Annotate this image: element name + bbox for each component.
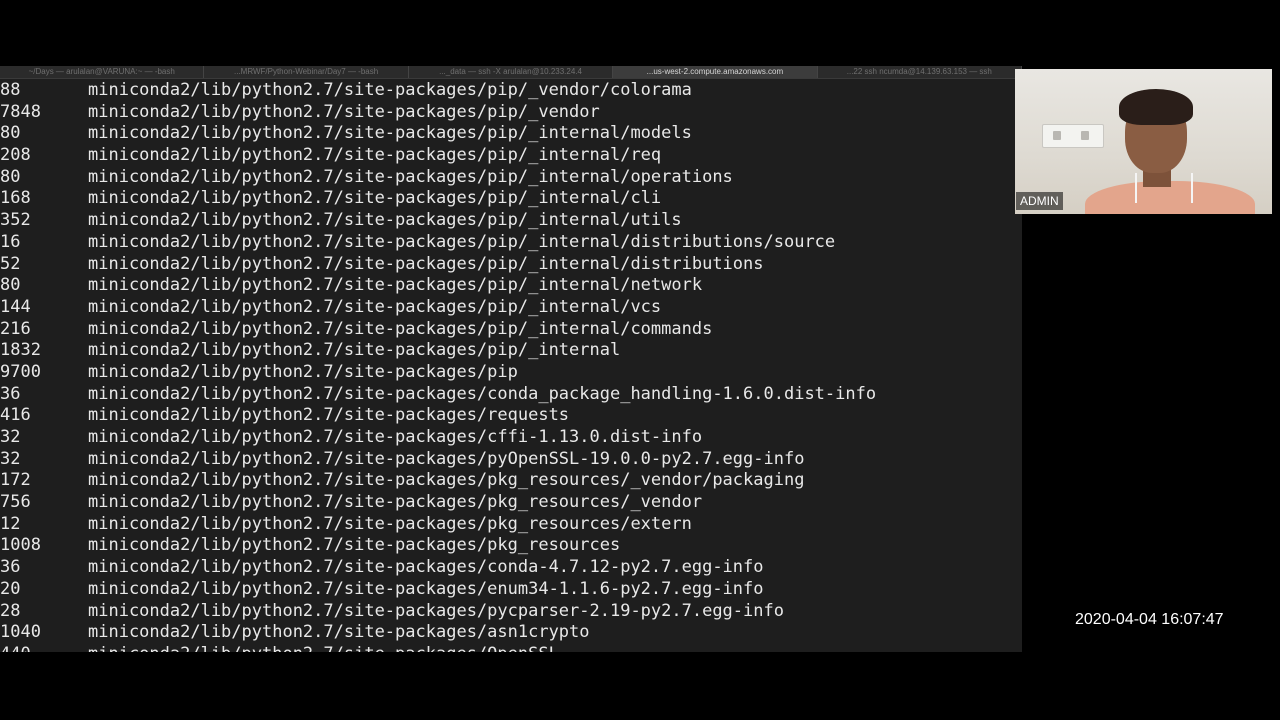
disk-usage-size: 16 (0, 231, 21, 252)
terminal-line: 80 miniconda2/lib/python2.7/site-packages… (0, 123, 1022, 145)
directory-path: miniconda2/lib/python2.7/site-packages/p… (88, 361, 518, 382)
directory-path: miniconda2/lib/python2.7/site-packages/p… (88, 166, 733, 187)
switch-plate-image (1042, 124, 1104, 148)
disk-usage-size: 168 (0, 188, 31, 209)
terminal-line: 52 miniconda2/lib/python2.7/site-packages… (0, 254, 1022, 276)
disk-usage-size: 416 (0, 405, 31, 426)
directory-path: miniconda2/lib/python2.7/site-packages/p… (88, 188, 662, 209)
directory-path: miniconda2/lib/python2.7/site-packages/p… (88, 275, 703, 296)
earphone-wire-image (1191, 173, 1193, 203)
disk-usage-size: 1040 (0, 622, 41, 643)
directory-path: miniconda2/lib/python2.7/site-packages/p… (88, 318, 713, 339)
terminal-line: 20 miniconda2/lib/python2.7/site-packages… (0, 579, 1022, 601)
disk-usage-size: 216 (0, 318, 31, 339)
directory-path: miniconda2/lib/python2.7/site-packages/p… (88, 80, 692, 100)
directory-path: miniconda2/lib/python2.7/site-packages/c… (88, 383, 877, 404)
directory-path: miniconda2/lib/python2.7/site-packages/p… (88, 296, 662, 317)
disk-usage-size: 172 (0, 470, 31, 491)
terminal-line: 208 miniconda2/lib/python2.7/site-package… (0, 145, 1022, 167)
directory-path: miniconda2/lib/python2.7/site-packages/p… (88, 340, 621, 361)
terminal-tab[interactable]: ...22 ssh ncumda@14.139.63.153 — ssh (818, 66, 1022, 78)
directory-path: miniconda2/lib/python2.7/site-packages/p… (88, 600, 784, 621)
disk-usage-size: 1832 (0, 340, 41, 361)
terminal-tab[interactable]: ~/Days — arulalan@VARUNA:~ — -bash (0, 66, 205, 78)
terminal-line: 32 miniconda2/lib/python2.7/site-packages… (0, 449, 1022, 471)
disk-usage-size: 144 (0, 296, 31, 317)
terminal-line: 440 miniconda2/lib/python2.7/site-package… (0, 644, 1022, 652)
terminal-line: 88 miniconda2/lib/python2.7/site-packages… (0, 80, 1022, 102)
directory-path: miniconda2/lib/python2.7/site-packages/c… (88, 427, 703, 447)
terminal-line: 172 miniconda2/lib/python2.7/site-package… (0, 470, 1022, 492)
earphone-wire-image (1135, 173, 1137, 203)
disk-usage-size: 9700 (0, 361, 41, 382)
directory-path: miniconda2/lib/python2.7/site-packages/p… (88, 253, 764, 274)
disk-usage-size: 7848 (0, 101, 41, 122)
disk-usage-size: 80 (0, 275, 21, 296)
disk-usage-size: 32 (0, 448, 21, 469)
directory-path: miniconda2/lib/python2.7/site-packages/p… (88, 231, 836, 252)
directory-path: miniconda2/lib/python2.7/site-packages/p… (88, 210, 682, 231)
terminal-line: 216 miniconda2/lib/python2.7/site-package… (0, 319, 1022, 341)
terminal-tab-bar: ~/Days — arulalan@VARUNA:~ — -bash ...MR… (0, 66, 1022, 79)
directory-path: miniconda2/lib/python2.7/site-packages/e… (88, 578, 764, 599)
directory-path: miniconda2/lib/python2.7/site-packages/p… (88, 470, 805, 491)
disk-usage-size: 32 (0, 427, 21, 447)
directory-path: miniconda2/lib/python2.7/site-packages/c… (88, 557, 764, 578)
disk-usage-size: 1008 (0, 535, 41, 556)
disk-usage-size: 80 (0, 123, 21, 144)
terminal-line: 36 miniconda2/lib/python2.7/site-packages… (0, 557, 1022, 579)
disk-usage-size: 756 (0, 492, 31, 513)
disk-usage-size: 80 (0, 166, 21, 187)
terminal-line: 7848 miniconda2/lib/python2.7/site-packag… (0, 102, 1022, 124)
directory-path: miniconda2/lib/python2.7/site-packages/p… (88, 492, 703, 513)
disk-usage-size: 28 (0, 600, 21, 621)
directory-path: miniconda2/lib/python2.7/site-packages/p… (88, 513, 692, 534)
directory-path: miniconda2/lib/python2.7/site-packages/O… (88, 644, 559, 652)
terminal-line: 352 miniconda2/lib/python2.7/site-package… (0, 210, 1022, 232)
disk-usage-size: 36 (0, 557, 21, 578)
disk-usage-size: 36 (0, 383, 21, 404)
terminal-line: 32 miniconda2/lib/python2.7/site-packages… (0, 427, 1022, 449)
terminal-line: 16 miniconda2/lib/python2.7/site-packages… (0, 232, 1022, 254)
terminal-line: 756 miniconda2/lib/python2.7/site-package… (0, 492, 1022, 514)
terminal-window[interactable]: ~/Days — arulalan@VARUNA:~ — -bash ...MR… (0, 66, 1022, 652)
disk-usage-size: 12 (0, 513, 21, 534)
directory-path: miniconda2/lib/python2.7/site-packages/p… (88, 145, 662, 166)
terminal-tab[interactable]: ...MRWF/Python-Webinar/Day7 — -bash (204, 66, 409, 78)
disk-usage-size: 20 (0, 578, 21, 599)
recording-timestamp: 2020-04-04 16:07:47 (1075, 611, 1224, 628)
disk-usage-size: 52 (0, 253, 21, 274)
disk-usage-size: 440 (0, 644, 31, 652)
terminal-line: 168 miniconda2/lib/python2.7/site-package… (0, 188, 1022, 210)
directory-path: miniconda2/lib/python2.7/site-packages/p… (88, 101, 600, 122)
terminal-line: 12 miniconda2/lib/python2.7/site-packages… (0, 514, 1022, 536)
directory-path: miniconda2/lib/python2.7/site-packages/a… (88, 622, 590, 643)
terminal-line: 1040 miniconda2/lib/python2.7/site-packag… (0, 622, 1022, 644)
disk-usage-size: 208 (0, 145, 31, 166)
disk-usage-size: 352 (0, 210, 31, 231)
terminal-line: 1008 miniconda2/lib/python2.7/site-packag… (0, 535, 1022, 557)
directory-path: miniconda2/lib/python2.7/site-packages/p… (88, 448, 805, 469)
participant-name-label: ADMIN (1016, 192, 1063, 210)
terminal-line: 9700 miniconda2/lib/python2.7/site-packag… (0, 362, 1022, 384)
directory-path: miniconda2/lib/python2.7/site-packages/p… (88, 123, 692, 144)
disk-usage-size: 88 (0, 80, 21, 100)
terminal-line: 144 miniconda2/lib/python2.7/site-package… (0, 297, 1022, 319)
terminal-line: 80 miniconda2/lib/python2.7/site-packages… (0, 275, 1022, 297)
terminal-line: 1832 miniconda2/lib/python2.7/site-packag… (0, 340, 1022, 362)
terminal-line: 36 miniconda2/lib/python2.7/site-packages… (0, 384, 1022, 406)
terminal-tab[interactable]: ..._data — ssh -X arulalan@10.233.24.4 (409, 66, 614, 78)
terminal-output: 88 miniconda2/lib/python2.7/site-packages… (0, 80, 1022, 652)
terminal-line: 416 miniconda2/lib/python2.7/site-package… (0, 405, 1022, 427)
terminal-line: 28 miniconda2/lib/python2.7/site-packages… (0, 601, 1022, 623)
terminal-tab-active[interactable]: ...us-west-2.compute.amazonaws.com (613, 66, 818, 78)
terminal-line: 80 miniconda2/lib/python2.7/site-packages… (0, 167, 1022, 189)
participant-hair-image (1119, 89, 1193, 125)
directory-path: miniconda2/lib/python2.7/site-packages/r… (88, 405, 570, 426)
directory-path: miniconda2/lib/python2.7/site-packages/p… (88, 535, 621, 556)
